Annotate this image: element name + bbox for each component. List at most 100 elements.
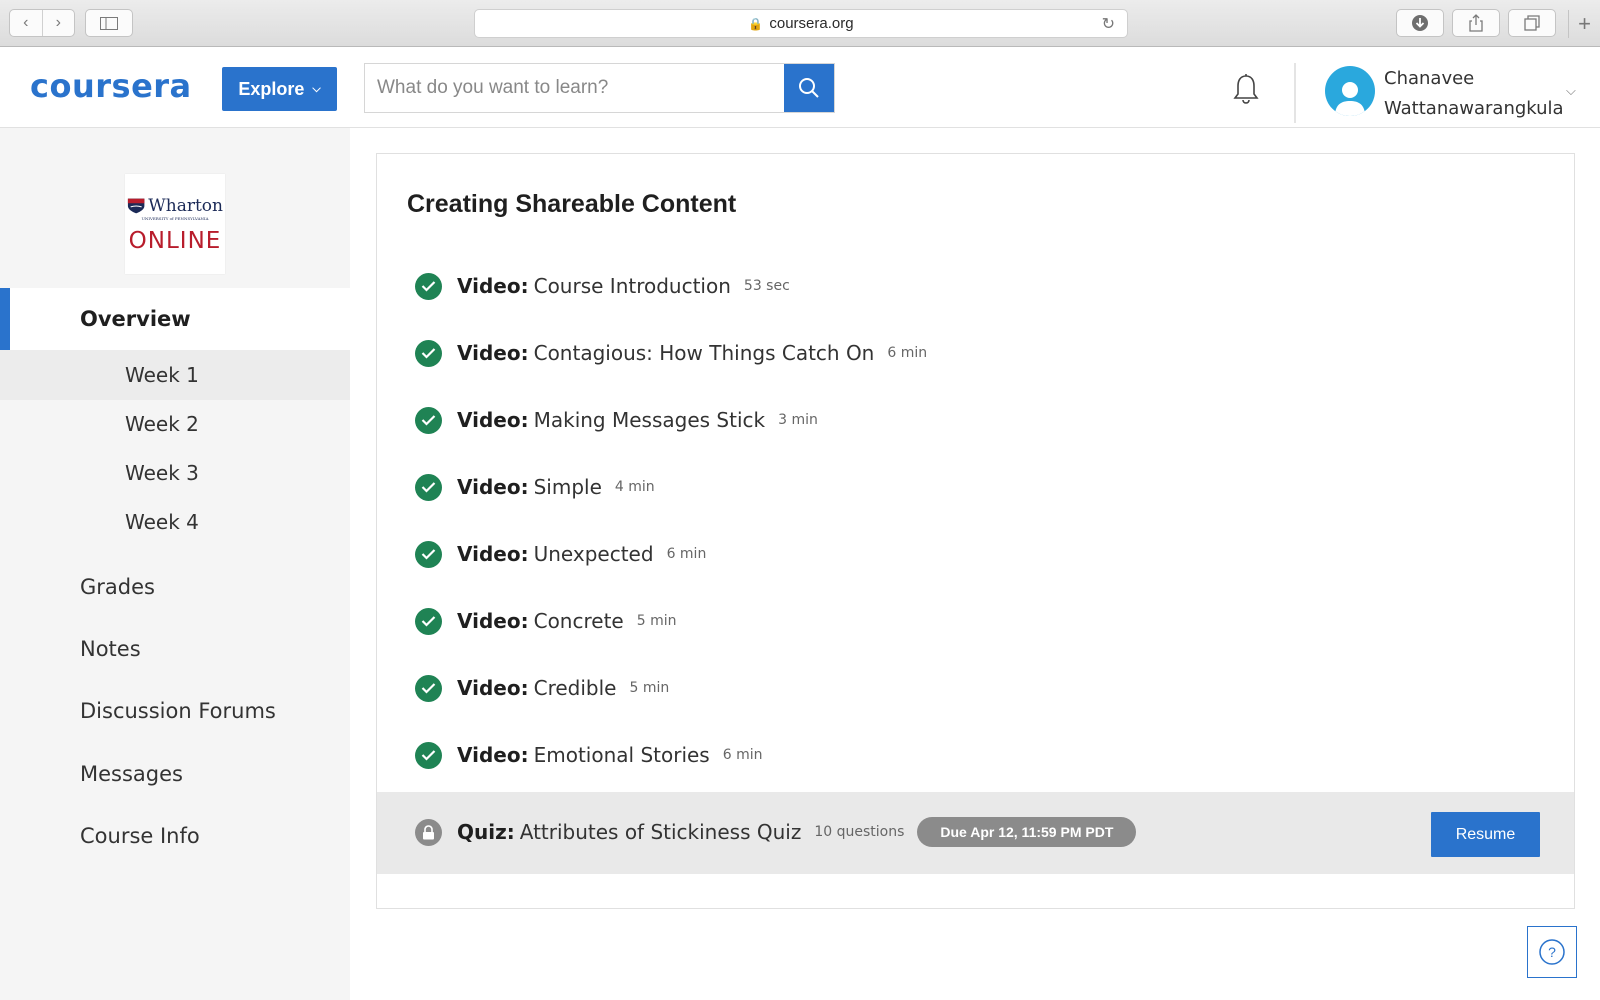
user-name[interactable]: Chanavee Wattanawarangkula [1384, 64, 1564, 124]
quiz-row: Quiz: Attributes of Stickiness Quiz 10 q… [377, 792, 1574, 874]
item-duration: 53 sec [743, 278, 790, 294]
penn-shield-icon [127, 198, 145, 214]
user-first-name: Chanavee [1384, 68, 1475, 89]
quiz-item[interactable]: Quiz: Attributes of Stickiness Quiz 10 q… [415, 812, 1137, 852]
user-icon [1335, 82, 1365, 116]
notifications-button[interactable] [1231, 73, 1261, 110]
item-title: Unexpected [533, 542, 654, 566]
search-box [364, 63, 835, 113]
list-item[interactable]: Video: Course Introduction 53 sec [415, 266, 790, 306]
sidebar-item-messages[interactable]: Messages [0, 746, 350, 802]
item-kind: Video: [457, 609, 529, 633]
item-title: Simple [533, 475, 602, 499]
sidebar-item-week-3[interactable]: Week 3 [0, 448, 350, 498]
search-icon [799, 78, 819, 98]
help-icon: ? [1539, 939, 1565, 965]
lesson-card: Creating Shareable Content Video: Course… [376, 153, 1575, 909]
bell-icon [1233, 74, 1259, 104]
item-duration: 6 min [666, 546, 707, 562]
quiz-question-count: 10 questions [814, 824, 905, 840]
share-button[interactable] [1452, 9, 1500, 37]
item-title: Contagious: How Things Catch On [533, 341, 875, 365]
sidebar-item-overview[interactable]: Overview [0, 288, 350, 350]
sidebar-item-week-4[interactable]: Week 4 [0, 497, 350, 547]
sidebar-toggle-button[interactable] [85, 9, 133, 37]
item-title: Course Introduction [533, 274, 731, 298]
list-item[interactable]: Video: Concrete 5 min [415, 601, 676, 641]
item-duration: 6 min [722, 747, 763, 763]
url-text: coursera.org [769, 15, 854, 32]
share-icon [1469, 14, 1483, 32]
item-kind: Video: [457, 676, 529, 700]
quiz-kind: Quiz: [457, 820, 515, 844]
item-kind: Video: [457, 341, 529, 365]
item-duration: 6 min [887, 345, 928, 361]
lesson-title: Creating Shareable Content [407, 190, 737, 218]
back-icon[interactable]: ‹ [10, 10, 43, 36]
list-item[interactable]: Video: Credible 5 min [415, 668, 669, 708]
due-date-badge: Due Apr 12, 11:59 PM PDT [917, 817, 1137, 847]
item-duration: 3 min [778, 412, 818, 428]
avatar[interactable] [1325, 66, 1375, 116]
search-input[interactable] [365, 64, 784, 112]
address-bar[interactable]: 🔒 coursera.org ↻ [474, 9, 1128, 38]
partner-subtitle: UNIVERSITY of PENNSYLVANIA [141, 216, 209, 221]
lock-icon [415, 818, 442, 846]
download-icon [1412, 15, 1428, 31]
forward-icon[interactable]: › [43, 10, 75, 36]
header-divider [1294, 63, 1296, 123]
quiz-title: Attributes of Stickiness Quiz [519, 820, 802, 844]
list-item[interactable]: Video: Unexpected 6 min [415, 534, 706, 574]
item-kind: Video: [457, 475, 529, 499]
check-icon [415, 272, 442, 300]
item-duration: 4 min [614, 479, 655, 495]
item-kind: Video: [457, 408, 529, 432]
chevron-down-icon: ⌵ [312, 82, 321, 95]
explore-label: Explore [238, 78, 305, 99]
item-title: Making Messages Stick [533, 408, 766, 432]
partner-name: Wharton [148, 196, 223, 216]
item-kind: Video: [457, 542, 529, 566]
sidebar-item-discussion-forums[interactable]: Discussion Forums [0, 683, 350, 739]
list-item[interactable]: Video: Contagious: How Things Catch On 6… [415, 333, 927, 373]
sidebar-item-notes[interactable]: Notes [0, 621, 350, 677]
list-item[interactable]: Video: Emotional Stories 6 min [415, 735, 763, 775]
item-duration: 5 min [629, 680, 670, 696]
help-button[interactable]: ? [1527, 926, 1577, 978]
history-nav: ‹ › [9, 9, 75, 37]
check-icon [415, 741, 442, 769]
chevron-down-icon[interactable]: ⌵ [1566, 83, 1576, 99]
check-icon [415, 540, 442, 568]
partner-logo[interactable]: Wharton UNIVERSITY of PENNSYLVANIA ONLIN… [125, 174, 225, 274]
check-icon [415, 473, 442, 501]
reload-icon[interactable]: ↻ [1102, 14, 1115, 34]
coursera-logo[interactable]: coursera [30, 67, 192, 105]
sidebar-icon [100, 16, 118, 30]
item-duration: 5 min [636, 613, 677, 629]
site-header: coursera Explore ⌵ Chanavee Wattanawaran… [0, 47, 1600, 128]
sidebar-item-week-1[interactable]: Week 1 [0, 350, 350, 400]
list-item[interactable]: Video: Making Messages Stick 3 min [415, 400, 818, 440]
sidebar-item-course-info[interactable]: Course Info [0, 808, 350, 864]
item-kind: Video: [457, 274, 529, 298]
sidebar-item-grades[interactable]: Grades [0, 559, 350, 615]
check-icon [415, 406, 442, 434]
lock-icon: 🔒 [748, 16, 764, 31]
resume-button[interactable]: Resume [1431, 812, 1540, 857]
explore-button[interactable]: Explore ⌵ [222, 67, 337, 111]
check-icon [415, 674, 442, 702]
check-icon [415, 339, 442, 367]
downloads-button[interactable] [1396, 9, 1444, 37]
browser-toolbar: ‹ › 🔒 coursera.org ↻ + [0, 0, 1600, 47]
new-tab-icon[interactable]: + [1568, 10, 1600, 38]
item-kind: Video: [457, 743, 529, 767]
svg-text:?: ? [1548, 944, 1556, 960]
course-sidebar: Wharton UNIVERSITY of PENNSYLVANIA ONLIN… [0, 128, 350, 1000]
item-title: Concrete [533, 609, 624, 633]
list-item[interactable]: Video: Simple 4 min [415, 467, 655, 507]
tabs-overview-button[interactable] [1508, 9, 1556, 37]
sidebar-item-week-2[interactable]: Week 2 [0, 399, 350, 449]
search-button[interactable] [784, 64, 834, 112]
item-title: Credible [533, 676, 617, 700]
partner-online: ONLINE [128, 228, 222, 254]
